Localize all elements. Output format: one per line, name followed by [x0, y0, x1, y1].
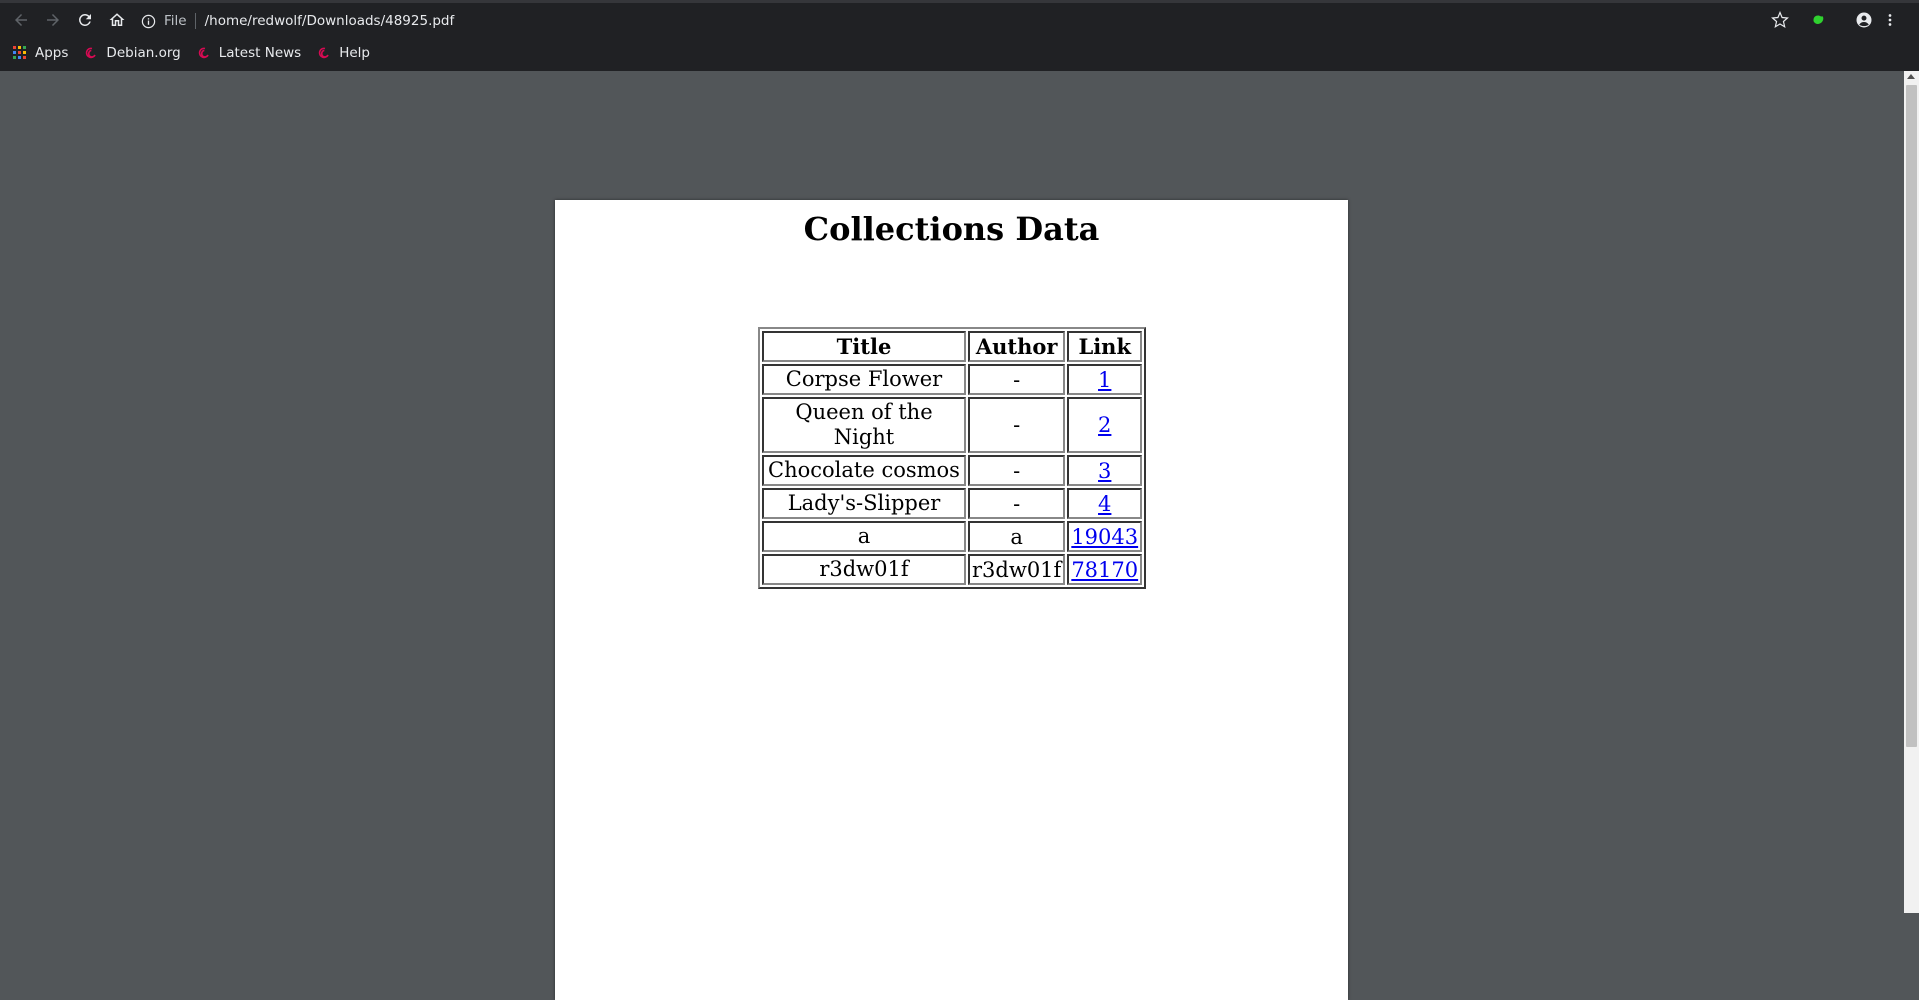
column-header-title: Title — [762, 331, 966, 362]
row-link[interactable]: 4 — [1098, 492, 1111, 516]
cell-title: a — [762, 521, 966, 552]
table-row: Chocolate cosmos - 3 — [762, 455, 1143, 486]
cell-author: a — [968, 521, 1066, 552]
vertical-scrollbar[interactable] — [1904, 71, 1919, 913]
menu-icon[interactable] — [1878, 8, 1902, 32]
row-link[interactable]: 19043 — [1071, 525, 1138, 549]
cell-title: Chocolate cosmos — [762, 455, 966, 486]
bookmark-label: Apps — [35, 45, 69, 61]
account-icon[interactable] — [1852, 8, 1876, 32]
table-row: Lady's-Slipper - 4 — [762, 488, 1143, 519]
cell-title: Lady's-Slipper — [762, 488, 966, 519]
bookmarks-bar: Apps Debian.org Latest News Help — [0, 37, 1919, 69]
cell-link: 4 — [1067, 488, 1143, 519]
url-text[interactable]: /home/redwolf/Downloads/48925.pdf — [205, 13, 455, 29]
table-row: a a 19043 — [762, 521, 1143, 552]
cell-link: 19043 — [1067, 521, 1143, 552]
browser-chrome: File /home/redwolf/Downloads/48925.pdf A… — [0, 0, 1919, 71]
bookmark-star-icon[interactable] — [1768, 8, 1792, 32]
debian-swirl-icon — [84, 46, 98, 60]
debian-swirl-icon — [317, 46, 331, 60]
back-arrow-icon[interactable] — [9, 8, 33, 32]
url-scheme: File — [164, 13, 187, 29]
url-divider — [194, 13, 196, 29]
apps-grid-icon — [13, 46, 27, 60]
bookmark-label: Debian.org — [106, 45, 181, 61]
reload-icon[interactable] — [73, 8, 97, 32]
column-header-author: Author — [968, 331, 1066, 362]
bookmark-help[interactable]: Help — [317, 45, 370, 61]
cell-author: - — [968, 455, 1066, 486]
address-bar[interactable]: File /home/redwolf/Downloads/48925.pdf — [140, 9, 1760, 33]
row-link[interactable]: 1 — [1098, 368, 1111, 392]
cell-link: 1 — [1067, 364, 1143, 395]
home-icon[interactable] — [105, 8, 129, 32]
table-row: Queen of the Night - 2 — [762, 397, 1143, 453]
cell-title: r3dw01f — [762, 554, 966, 585]
bookmark-latest-news[interactable]: Latest News — [197, 45, 302, 61]
cell-link: 78170 — [1067, 554, 1143, 585]
forward-arrow-icon[interactable] — [41, 8, 65, 32]
scroll-up-arrow-icon[interactable] — [1907, 74, 1915, 79]
browser-toolbar: File /home/redwolf/Downloads/48925.pdf — [0, 3, 1919, 37]
cell-author: - — [968, 364, 1066, 395]
cell-title: Corpse Flower — [762, 364, 966, 395]
cell-link: 2 — [1067, 397, 1143, 453]
cell-author: - — [968, 488, 1066, 519]
bookmark-apps[interactable]: Apps — [13, 45, 68, 61]
row-link[interactable]: 2 — [1098, 413, 1111, 437]
cell-author: - — [968, 397, 1066, 453]
bookmark-debian[interactable]: Debian.org — [84, 45, 181, 61]
scrollbar-thumb[interactable] — [1906, 85, 1917, 747]
row-link[interactable]: 78170 — [1071, 558, 1138, 582]
collections-table: Title Author Link Corpse Flower - 1 Quee… — [758, 327, 1147, 589]
pdf-page: Collections Data Title Author Link Corps… — [555, 200, 1348, 1000]
debian-swirl-icon — [197, 46, 211, 60]
cell-title: Queen of the Night — [762, 397, 966, 453]
table-row: Corpse Flower - 1 — [762, 364, 1143, 395]
column-header-link: Link — [1067, 331, 1143, 362]
cell-author: r3dw01f — [968, 554, 1066, 585]
bookmark-label: Latest News — [218, 45, 302, 61]
table-header-row: Title Author Link — [762, 331, 1143, 362]
extension-icon[interactable] — [1806, 8, 1830, 32]
info-icon[interactable] — [140, 13, 156, 29]
pdf-viewer[interactable]: Collections Data Title Author Link Corps… — [0, 71, 1904, 1000]
table-row: r3dw01f r3dw01f 78170 — [762, 554, 1143, 585]
row-link[interactable]: 3 — [1098, 459, 1111, 483]
document-title: Collections Data — [803, 210, 1100, 248]
cell-link: 3 — [1067, 455, 1143, 486]
bookmark-label: Help — [339, 45, 370, 61]
